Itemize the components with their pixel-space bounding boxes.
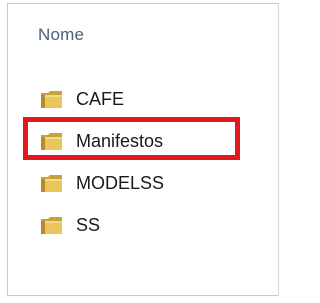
folder-label: Manifestos xyxy=(76,130,164,151)
folder-icon xyxy=(40,89,65,109)
folder-item-manifestos[interactable]: Manifestos xyxy=(40,120,164,162)
folder-icon xyxy=(40,131,65,151)
folder-icon xyxy=(40,215,65,235)
folder-icon xyxy=(40,173,65,193)
folder-label: CAFE xyxy=(76,88,125,109)
folder-label: SS xyxy=(76,214,101,235)
folder-list: CAFE Manifestos MODELSS SS xyxy=(40,78,164,246)
folder-item-cafe[interactable]: CAFE xyxy=(40,78,164,120)
folder-item-ss[interactable]: SS xyxy=(40,204,164,246)
folder-label: MODELSS xyxy=(76,172,165,193)
folder-item-modelss[interactable]: MODELSS xyxy=(40,162,164,204)
name-column-header[interactable]: Nome xyxy=(38,25,84,45)
